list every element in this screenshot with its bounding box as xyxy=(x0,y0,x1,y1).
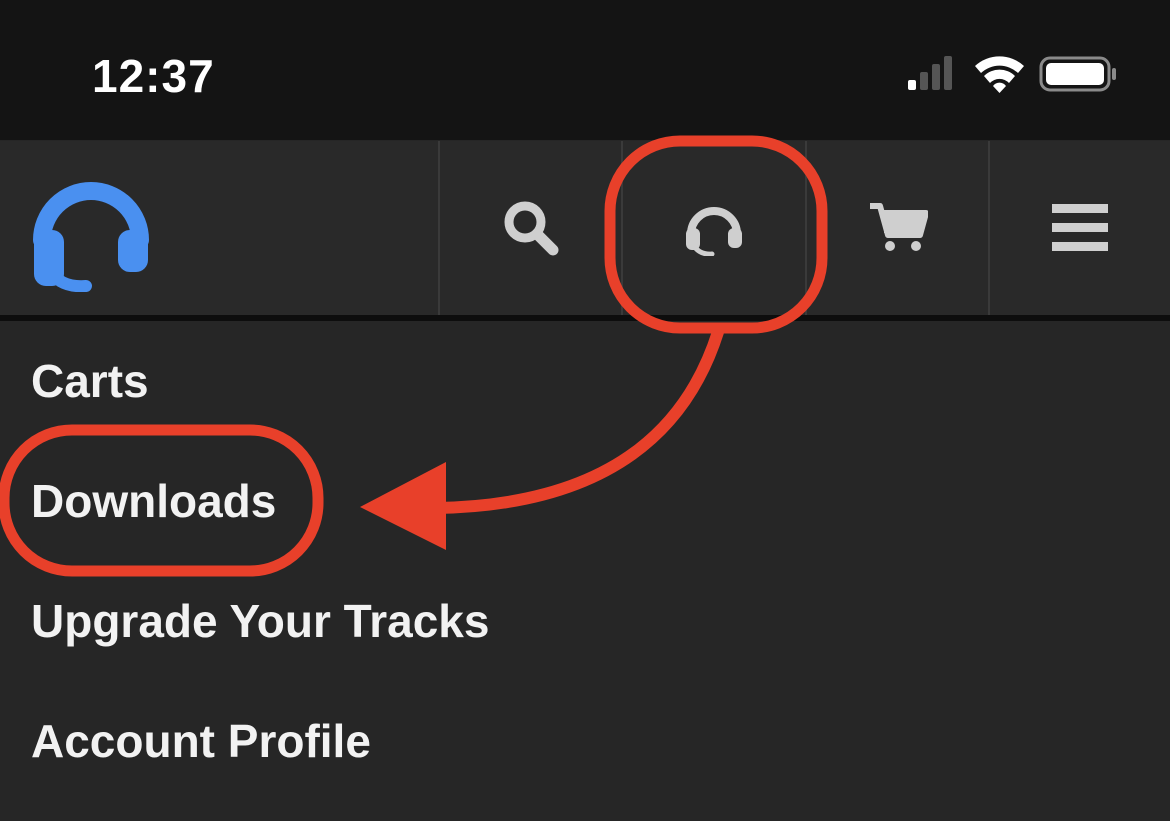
hamburger-icon xyxy=(1052,204,1108,251)
dropdown-menu: Carts Downloads Upgrade Your Tracks Acco… xyxy=(0,321,1170,821)
cart-icon xyxy=(869,203,928,251)
headset-icon xyxy=(686,207,742,256)
downloads-nav-button[interactable] xyxy=(621,141,805,315)
battery-icon xyxy=(1039,56,1116,92)
menu-item-downloads[interactable]: Downloads xyxy=(31,473,276,529)
status-bar: 12:37 xyxy=(0,0,1170,140)
cart-button[interactable] xyxy=(805,141,988,315)
search-icon xyxy=(504,201,558,256)
status-time: 12:37 xyxy=(92,50,215,102)
menu-item-upgrade-your-tracks[interactable]: Upgrade Your Tracks xyxy=(31,593,489,649)
menu-item-account-profile[interactable]: Account Profile xyxy=(31,713,371,769)
wifi-icon xyxy=(975,56,1024,93)
menu-button[interactable] xyxy=(988,141,1170,315)
menu-item-carts[interactable]: Carts xyxy=(31,353,149,409)
cellular-signal-icon xyxy=(908,56,952,90)
headphones-logo-icon[interactable] xyxy=(30,170,152,292)
search-button[interactable] xyxy=(438,141,621,315)
status-icons xyxy=(908,56,1116,93)
